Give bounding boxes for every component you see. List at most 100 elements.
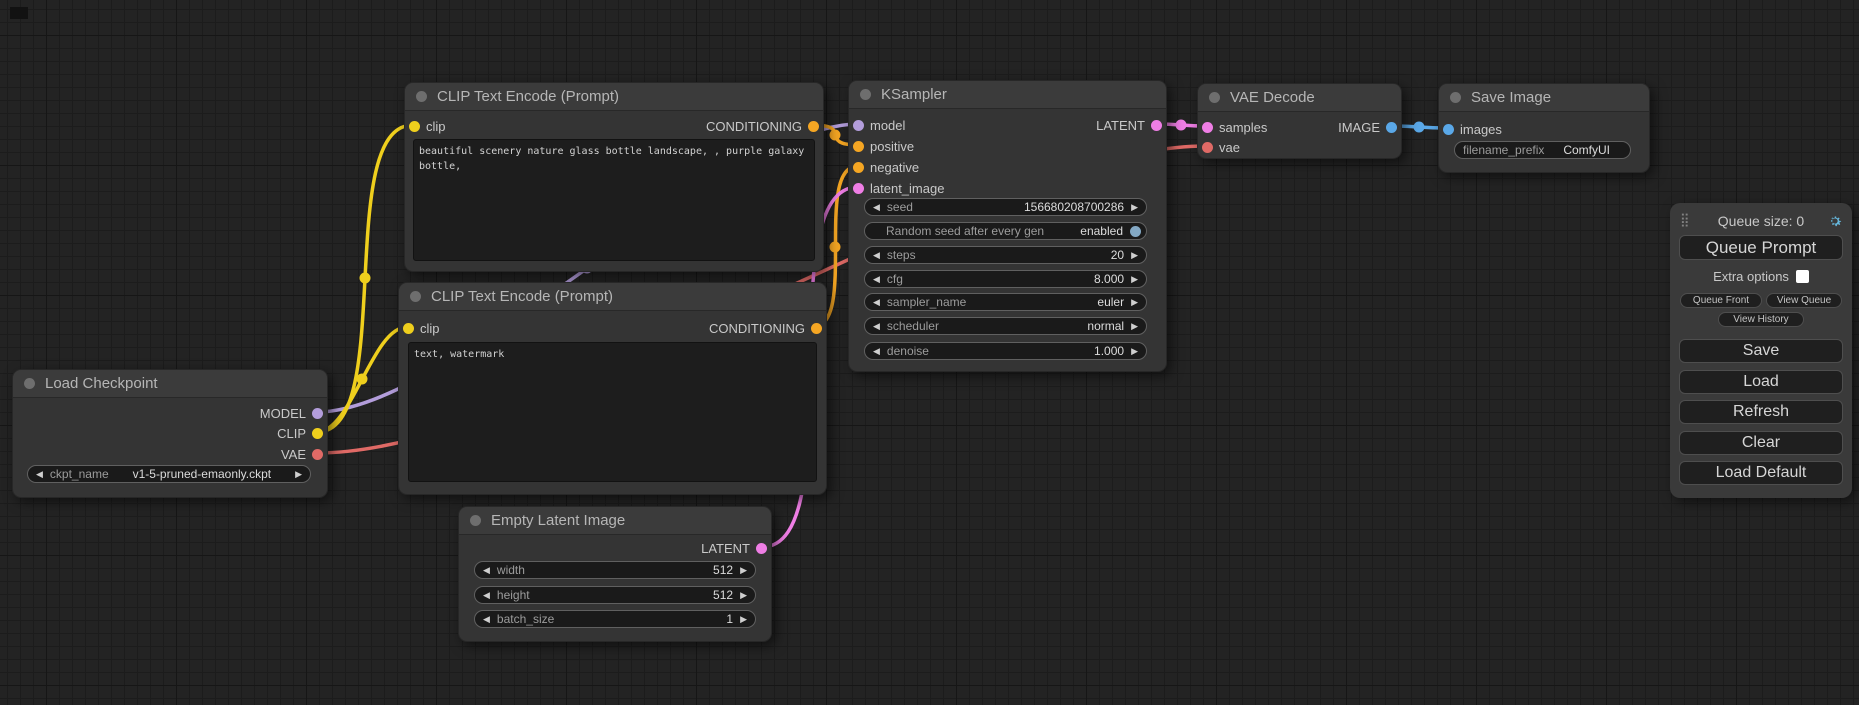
latent-output-dot-icon[interactable]	[756, 543, 767, 554]
decrement-arrow-icon[interactable]: ◀	[873, 322, 880, 331]
output-slot-latent[interactable]: LATENT	[1096, 117, 1162, 133]
view-history-button[interactable]: View History	[1718, 312, 1804, 327]
decrement-arrow-icon[interactable]: ◀	[873, 347, 880, 356]
batch-size-widget[interactable]: ◀ batch_size 1 ▶	[474, 610, 756, 628]
model-output-dot-icon[interactable]	[312, 408, 323, 419]
output-slot-image[interactable]: IMAGE	[1338, 119, 1397, 135]
samples-input-dot-icon[interactable]	[1202, 122, 1213, 133]
output-slot-vae[interactable]: VAE	[281, 446, 323, 462]
increment-arrow-icon[interactable]: ▶	[1131, 275, 1138, 284]
node-ksampler[interactable]: KSampler model positive negative latent_…	[848, 80, 1167, 372]
output-slot-conditioning[interactable]: CONDITIONING	[709, 320, 822, 336]
ckpt-name-widget[interactable]: ◀ ckpt_name v1-5-pruned-emaonly.ckpt ▶	[27, 465, 311, 483]
negative-input-dot-icon[interactable]	[853, 162, 864, 173]
node-title-bar[interactable]: Empty Latent Image	[459, 507, 771, 535]
collapse-dot-icon[interactable]	[470, 515, 481, 526]
decrement-arrow-icon[interactable]: ◀	[873, 298, 880, 307]
vae-output-dot-icon[interactable]	[312, 449, 323, 460]
input-slot-clip[interactable]: clip	[409, 118, 446, 134]
output-slot-conditioning[interactable]: CONDITIONING	[706, 118, 819, 134]
queue-prompt-button[interactable]: Queue Prompt	[1679, 235, 1843, 260]
random-seed-toggle-icon[interactable]	[1130, 226, 1141, 237]
node-title-bar[interactable]: Load Checkpoint	[13, 370, 327, 398]
node-save-image[interactable]: Save Image images filename_prefix ComfyU…	[1438, 83, 1650, 173]
node-vae-decode[interactable]: VAE Decode samples vae IMAGE	[1197, 83, 1402, 159]
node-load-checkpoint[interactable]: Load Checkpoint MODEL CLIP VAE ◀ ckpt_na…	[12, 369, 328, 498]
collapse-dot-icon[interactable]	[410, 291, 421, 302]
graph-canvas[interactable]: Load Checkpoint MODEL CLIP VAE ◀ ckpt_na…	[0, 0, 1859, 705]
seed-widget[interactable]: ◀ seed 156680208700286 ▶	[864, 198, 1147, 216]
decrement-arrow-icon[interactable]: ◀	[36, 470, 43, 479]
images-input-dot-icon[interactable]	[1443, 124, 1454, 135]
settings-gear-icon[interactable]	[1827, 213, 1843, 229]
conditioning-output-dot-icon[interactable]	[811, 323, 822, 334]
input-slot-latent-image[interactable]: latent_image	[853, 180, 944, 196]
clip-output-dot-icon[interactable]	[312, 428, 323, 439]
collapse-dot-icon[interactable]	[24, 378, 35, 389]
refresh-button[interactable]: Refresh	[1679, 400, 1843, 424]
extra-options-checkbox[interactable]	[1796, 270, 1809, 283]
decrement-arrow-icon[interactable]: ◀	[483, 566, 490, 575]
collapse-dot-icon[interactable]	[1450, 92, 1461, 103]
node-title-bar[interactable]: Save Image	[1439, 84, 1649, 112]
collapse-dot-icon[interactable]	[416, 91, 427, 102]
input-slot-samples[interactable]: samples	[1202, 119, 1267, 135]
node-title-bar[interactable]: VAE Decode	[1198, 84, 1401, 112]
clip-input-dot-icon[interactable]	[403, 323, 414, 334]
increment-arrow-icon[interactable]: ▶	[740, 615, 747, 624]
drag-handle-icon[interactable]: ⣿	[1680, 212, 1690, 228]
height-widget[interactable]: ◀ height 512 ▶	[474, 586, 756, 604]
collapse-dot-icon[interactable]	[1209, 92, 1220, 103]
node-empty-latent-image[interactable]: Empty Latent Image LATENT ◀ width 512 ▶ …	[458, 506, 772, 642]
input-slot-images[interactable]: images	[1443, 121, 1502, 137]
input-slot-positive[interactable]: positive	[853, 138, 914, 154]
load-default-button[interactable]: Load Default	[1679, 461, 1843, 485]
random-seed-widget[interactable]: Random seed after every gen enabled	[864, 222, 1147, 240]
increment-arrow-icon[interactable]: ▶	[740, 566, 747, 575]
increment-arrow-icon[interactable]: ▶	[740, 591, 747, 600]
input-slot-negative[interactable]: negative	[853, 159, 919, 175]
clip-input-dot-icon[interactable]	[409, 121, 420, 132]
latent-input-dot-icon[interactable]	[853, 183, 864, 194]
node-title-bar[interactable]: CLIP Text Encode (Prompt)	[399, 283, 826, 311]
decrement-arrow-icon[interactable]: ◀	[873, 275, 880, 284]
output-slot-clip[interactable]: CLIP	[277, 425, 323, 441]
positive-input-dot-icon[interactable]	[853, 141, 864, 152]
decrement-arrow-icon[interactable]: ◀	[483, 591, 490, 600]
negative-prompt-input[interactable]: text, watermark	[408, 342, 817, 482]
scheduler-widget[interactable]: ◀ scheduler normal ▶	[864, 317, 1147, 335]
increment-arrow-icon[interactable]: ▶	[1131, 251, 1138, 260]
model-input-dot-icon[interactable]	[853, 120, 864, 131]
load-button[interactable]: Load	[1679, 370, 1843, 394]
output-slot-latent[interactable]: LATENT	[701, 540, 767, 556]
node-clip-text-encode-positive[interactable]: CLIP Text Encode (Prompt) clip CONDITION…	[404, 82, 824, 272]
view-queue-button[interactable]: View Queue	[1766, 293, 1842, 308]
steps-widget[interactable]: ◀ steps 20 ▶	[864, 246, 1147, 264]
increment-arrow-icon[interactable]: ▶	[1131, 203, 1138, 212]
decrement-arrow-icon[interactable]: ◀	[483, 615, 490, 624]
positive-prompt-input[interactable]: beautiful scenery nature glass bottle la…	[413, 139, 815, 261]
input-slot-model[interactable]: model	[853, 117, 905, 133]
cfg-widget[interactable]: ◀ cfg 8.000 ▶	[864, 270, 1147, 288]
output-slot-model[interactable]: MODEL	[260, 405, 323, 421]
image-output-dot-icon[interactable]	[1386, 122, 1397, 133]
conditioning-output-dot-icon[interactable]	[808, 121, 819, 132]
decrement-arrow-icon[interactable]: ◀	[873, 203, 880, 212]
increment-arrow-icon[interactable]: ▶	[1131, 322, 1138, 331]
width-widget[interactable]: ◀ width 512 ▶	[474, 561, 756, 579]
increment-arrow-icon[interactable]: ▶	[1131, 347, 1138, 356]
collapse-dot-icon[interactable]	[860, 89, 871, 100]
queue-front-button[interactable]: Queue Front	[1680, 293, 1762, 308]
save-button[interactable]: Save	[1679, 339, 1843, 363]
input-slot-clip[interactable]: clip	[403, 320, 440, 336]
denoise-widget[interactable]: ◀ denoise 1.000 ▶	[864, 342, 1147, 360]
node-clip-text-encode-negative[interactable]: CLIP Text Encode (Prompt) clip CONDITION…	[398, 282, 827, 495]
decrement-arrow-icon[interactable]: ◀	[873, 251, 880, 260]
filename-prefix-widget[interactable]: filename_prefix ComfyUI	[1454, 141, 1631, 159]
latent-output-dot-icon[interactable]	[1151, 120, 1162, 131]
increment-arrow-icon[interactable]: ▶	[295, 470, 302, 479]
clear-button[interactable]: Clear	[1679, 431, 1843, 455]
node-title-bar[interactable]: CLIP Text Encode (Prompt)	[405, 83, 823, 111]
input-slot-vae[interactable]: vae	[1202, 139, 1240, 155]
sampler-name-widget[interactable]: ◀ sampler_name euler ▶	[864, 293, 1147, 311]
